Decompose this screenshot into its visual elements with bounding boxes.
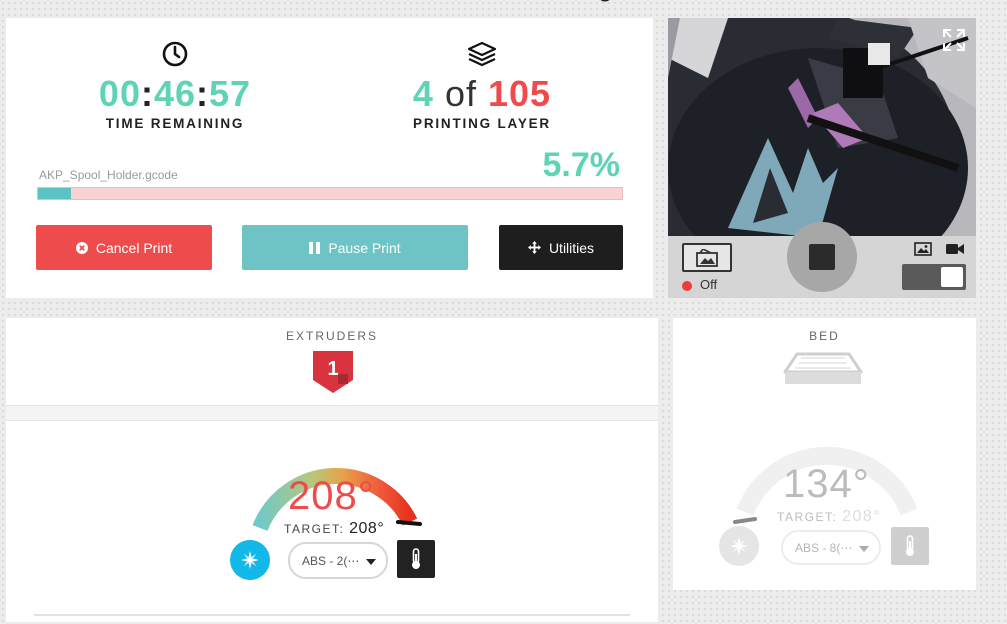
extruders-title: EXTRUDERS: [285, 329, 378, 343]
chevron-down-icon: [366, 559, 376, 565]
target-value: 208°: [349, 520, 385, 537]
thermometer-icon: [906, 535, 914, 556]
move-arrows-icon: [527, 241, 541, 254]
stop-icon: [809, 244, 835, 270]
snapshot-button[interactable]: [682, 243, 732, 272]
webcam-panel: Off: [668, 18, 976, 298]
video-mode-icon[interactable]: [946, 242, 964, 256]
utilities-label: Utilities: [548, 239, 595, 256]
pause-print-button[interactable]: Pause Print: [242, 225, 468, 270]
gauge-needle: [733, 517, 757, 524]
expand-icon[interactable]: [942, 28, 966, 56]
utilities-button[interactable]: Utilities: [499, 225, 623, 270]
extruders-panel: EXTRUDERS 1 208° TARGET: 208° ABS - 2(⋯: [6, 318, 658, 622]
pause-icon: [309, 241, 321, 254]
bed-target: TARGET: 208°: [777, 508, 881, 526]
section-divider: [6, 405, 658, 421]
target-label: TARGET:: [284, 522, 345, 536]
layers-icon: [392, 40, 572, 68]
bottom-divider: [34, 614, 630, 616]
time-remaining-value: 00:46:57: [98, 73, 252, 114]
cancel-print-label: Cancel Print: [95, 239, 173, 256]
recording-status-dot: [682, 281, 692, 291]
printing-layer-value: 4 of 105: [412, 73, 552, 114]
fan-icon: [241, 551, 259, 569]
bed-fan-button[interactable]: [719, 526, 759, 566]
thermometer-icon: [412, 548, 420, 569]
target-value: 208°: [842, 508, 882, 525]
bed-panel: BED 134° TARGET: 208° ABS - 8(⋯: [673, 318, 976, 590]
toggle-knob: [941, 267, 963, 287]
extruder-target: TARGET: 208°: [284, 520, 384, 538]
fan-icon: [730, 537, 748, 555]
cancel-print-button[interactable]: Cancel Print: [36, 225, 212, 270]
chevron-down-icon: [859, 546, 869, 552]
progress-bar-fill: [38, 188, 72, 199]
pause-print-label: Pause Print: [328, 239, 401, 256]
print-status-card: 00:46:57 TIME REMAINING 4 of 105 PRINTIN…: [6, 18, 653, 298]
bed-temperature-button[interactable]: [891, 527, 929, 565]
stop-recording-button[interactable]: [787, 222, 857, 292]
extruder-current-temp: 208°: [288, 474, 375, 518]
webcam-mode-toggle[interactable]: [902, 264, 966, 290]
progress-bar: [37, 187, 623, 200]
header-fragment: [600, 0, 610, 2]
extruder-fan-button[interactable]: [230, 540, 270, 580]
printing-layer-label: PRINTING LAYER: [413, 116, 551, 131]
time-remaining-label: TIME REMAINING: [105, 116, 245, 131]
cancel-circle-icon: [75, 241, 88, 254]
extruder-material-select[interactable]: ABS - 2(⋯: [288, 542, 388, 579]
time-remaining-stat: 00:46:57 TIME REMAINING: [82, 40, 268, 131]
printing-layer-stat: 4 of 105 PRINTING LAYER: [392, 40, 572, 131]
bed-title: BED: [809, 329, 840, 343]
clock-icon: [82, 40, 268, 68]
heated-bed-icon: [783, 352, 863, 384]
progress-percent: 5.7%: [542, 146, 621, 184]
bed-material-select[interactable]: ABS - 8(⋯: [781, 530, 881, 565]
material-select-value: ABS - 8(⋯: [795, 540, 853, 555]
gcode-filename: AKP_Spool_Holder.gcode: [39, 168, 178, 182]
extruder-number: 1: [327, 358, 338, 380]
webcam-feed: [668, 18, 976, 238]
snapshot-icon: [696, 248, 718, 267]
extruder-temperature-button[interactable]: [397, 540, 435, 578]
image-mode-icon[interactable]: [914, 242, 932, 256]
webcam-mode-icons: [914, 242, 964, 256]
gauge-needle: [396, 520, 422, 526]
recording-status-text: Off: [700, 277, 718, 292]
material-select-value: ABS - 2(⋯: [302, 553, 360, 568]
target-label: TARGET:: [777, 510, 838, 524]
bed-current-temp: 134°: [783, 462, 870, 506]
extruder-number-badge[interactable]: 1: [312, 350, 354, 394]
